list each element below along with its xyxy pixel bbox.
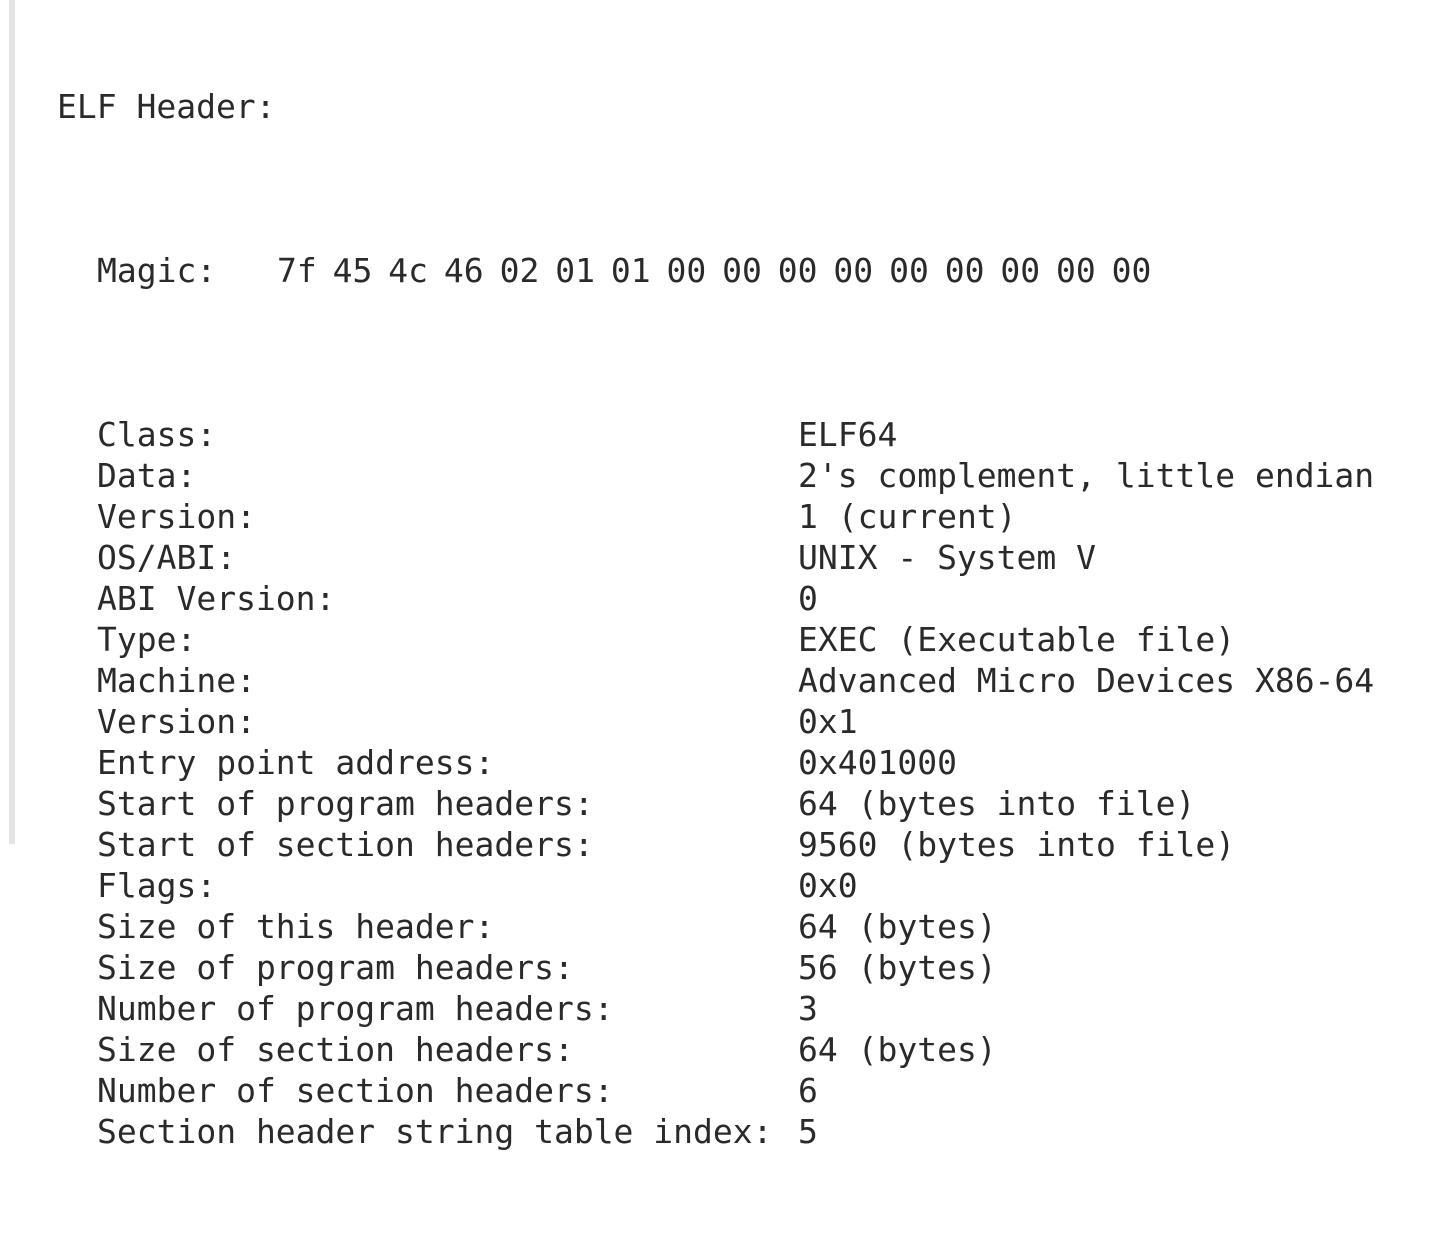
- code-output-panel: ELF Header: Magic: 7f 45 4c 46 02 01 01 …: [0, 0, 1452, 1151]
- field-value: 0x1: [798, 702, 858, 741]
- field-label: ABI Version:: [97, 579, 336, 618]
- field-value: 0x401000: [798, 743, 957, 782]
- field-label: Number of section headers:: [97, 1071, 614, 1110]
- header-field-row: Start of program headers: 64 (bytes into …: [57, 783, 1195, 824]
- field-label: Data:: [97, 456, 197, 495]
- field-value: EXEC (Executable file): [798, 620, 1236, 659]
- field-label: Size of section headers:: [97, 1030, 574, 1069]
- header-field-row: Number of program headers: 3: [57, 988, 818, 1029]
- field-label: Size of this header:: [97, 907, 495, 946]
- field-label: Start of program headers:: [97, 784, 594, 823]
- header-field-row: Machine: Advanced Micro Devices X86-64: [57, 660, 1374, 701]
- blockquote-left-rule: [9, 0, 15, 844]
- field-label: Size of program headers:: [97, 948, 574, 987]
- field-value: 5: [798, 1112, 818, 1151]
- field-label: Start of section headers:: [97, 825, 594, 864]
- field-label: Section header string table index:: [97, 1112, 773, 1151]
- field-label: Entry point address:: [97, 743, 495, 782]
- header-field-row: Version: 0x1: [57, 701, 858, 742]
- field-value: 64 (bytes): [798, 1030, 997, 1069]
- field-value: Advanced Micro Devices X86-64: [798, 661, 1375, 700]
- header-field-row: Flags: 0x0: [57, 865, 858, 906]
- header-field-row: Data: 2's complement, little endian: [57, 455, 1374, 496]
- header-field-row: Start of section headers: 9560 (bytes int…: [57, 824, 1235, 865]
- header-field-row: Number of section headers: 6: [57, 1070, 818, 1111]
- magic-bytes: 7f 45 4c 46 02 01 01 00 00 00 00 00 00 0…: [277, 251, 1152, 290]
- field-label: Machine:: [97, 661, 256, 700]
- header-field-row: Type: EXEC (Executable file): [57, 619, 1235, 660]
- field-value: 6: [798, 1071, 818, 1110]
- field-value: 1 (current): [798, 497, 1017, 536]
- field-value: 64 (bytes): [798, 907, 997, 946]
- field-label: Class:: [97, 415, 217, 454]
- field-value: 64 (bytes into file): [798, 784, 1196, 823]
- field-label: Type:: [97, 620, 197, 659]
- header-field-row: Entry point address: 0x401000: [57, 742, 957, 783]
- field-label: Number of program headers:: [97, 989, 614, 1028]
- header-field-row: ABI Version: 0: [57, 578, 818, 619]
- magic-label: Magic:: [97, 251, 217, 290]
- field-value: UNIX - System V: [798, 538, 1097, 577]
- field-value: 9560 (bytes into file): [798, 825, 1236, 864]
- field-label: Flags:: [97, 866, 217, 905]
- field-value: ELF64: [798, 415, 898, 454]
- field-value: 0x0: [798, 866, 858, 905]
- field-label: Version:: [97, 497, 256, 536]
- field-value: 3: [798, 989, 818, 1028]
- header-field-row: Size of section headers: 64 (bytes): [57, 1029, 997, 1070]
- field-value: 56 (bytes): [798, 948, 997, 987]
- readelf-output: ELF Header: Magic: 7f 45 4c 46 02 01 01 …: [57, 4, 1374, 1234]
- field-value: 2's complement, little endian: [798, 456, 1375, 495]
- header-field-row: OS/ABI: UNIX - System V: [57, 537, 1096, 578]
- header-field-list: Class: ELF64 Data: 2's complement, little e…: [57, 414, 1374, 1152]
- elf-header-title: ELF Header:: [57, 87, 276, 126]
- header-field-row: Size of this header: 64 (bytes): [57, 906, 997, 947]
- header-field-row: Class: ELF64: [57, 414, 897, 455]
- field-label: Version:: [97, 702, 256, 741]
- magic-row: Magic: 7f 45 4c 46 02 01 01 00 00 00 00 …: [57, 250, 1151, 291]
- header-field-row: Section header string table index: 5: [57, 1111, 818, 1152]
- header-field-row: Size of program headers: 56 (bytes): [57, 947, 997, 988]
- field-value: 0: [798, 579, 818, 618]
- field-label: OS/ABI:: [97, 538, 237, 577]
- header-field-row: Version: 1 (current): [57, 496, 1017, 537]
